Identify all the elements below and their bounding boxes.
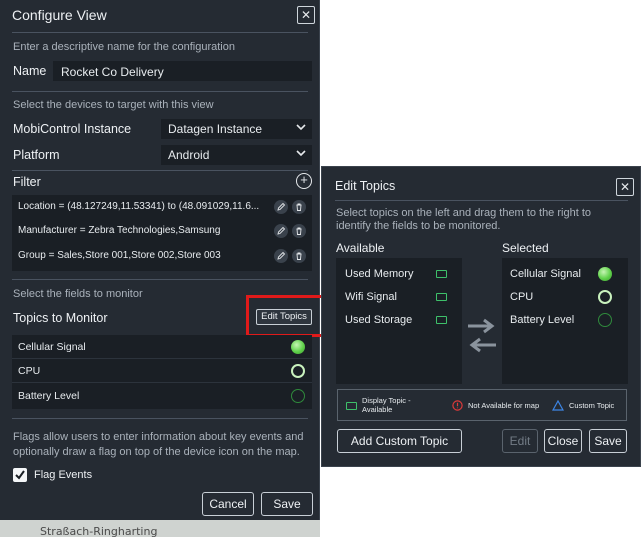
status-indicator-icon [291,389,305,403]
pencil-icon [277,202,286,211]
filter-text: Group = Sales,Store 001,Store 002,Store … [18,250,221,261]
platform-label: Platform [13,148,60,162]
topic-name: CPU [18,365,41,377]
name-hint: Enter a descriptive name for the configu… [13,41,235,53]
divider [335,200,628,201]
save-button[interactable]: Save [589,429,627,453]
legend-custom-topic: Custom Topic [569,401,615,410]
legend: Display Topic - Available Not Available … [337,389,627,421]
transfer-arrows-icon [468,318,496,353]
divider [12,32,308,33]
configure-view-panel: Configure View ✕ Enter a descriptive nam… [0,0,328,520]
filter-text: Location = (48.127249,11.53341) to (48.0… [18,201,260,212]
topic-row: CPU [12,359,312,383]
checkmark-icon [15,470,25,480]
trash-icon [296,252,302,260]
selected-item[interactable]: Cellular Signal [510,268,581,280]
add-filter-button[interactable]: + [296,173,312,189]
fields-hint: Select the fields to monitor [13,288,143,300]
cancel-button[interactable]: Cancel [202,492,254,516]
filter-text: Manufacturer = Zebra Technologies,Samsun… [18,225,221,236]
close-icon[interactable]: ✕ [616,178,634,196]
filter-row[interactable]: Manufacturer = Zebra Technologies,Samsun… [12,219,312,243]
divider [12,170,308,171]
topics-list: Cellular Signal CPU Battery Level [12,335,312,409]
selected-item[interactable]: CPU [510,291,533,303]
status-indicator-icon [291,364,305,378]
delete-filter-button[interactable] [292,200,306,214]
close-icon[interactable]: ✕ [297,6,315,24]
flags-hint: Flags allow users to enter information a… [13,431,304,458]
edit-topics-dialog: Edit Topics ✕ Select topics on the left … [321,166,641,467]
available-item[interactable]: Used Memory [345,268,413,280]
available-list[interactable]: Used Memory Wifi Signal Used Storage [336,258,462,384]
trash-icon [296,227,302,235]
filter-list: Location = (48.127249,11.53341) to (48.0… [12,195,312,271]
divider [12,91,308,92]
filter-label: Filter [13,175,41,189]
flag-events-checkbox[interactable] [13,468,27,482]
divider [12,418,308,419]
available-label: Available [336,241,385,255]
display-topic-icon [346,402,357,410]
highlight-box [246,295,328,337]
instance-select[interactable]: Datagen Instance [161,119,312,139]
divider [12,279,308,280]
status-indicator-icon [598,290,612,304]
display-topic-icon [436,270,447,278]
edit-filter-button[interactable] [274,200,288,214]
platform-select-value: Android [168,148,210,162]
status-indicator-icon [598,267,612,281]
topics-label: Topics to Monitor [13,311,108,325]
edit-button[interactable]: Edit [502,429,538,453]
topic-row: Battery Level [12,384,312,408]
devices-hint: Select the devices to target with this v… [13,99,214,111]
dialog-hint: Select topics on the left and drag them … [336,207,591,232]
name-field[interactable]: Rocket Co Delivery [53,61,312,81]
chevron-down-icon [296,124,306,131]
legend-display-topic: Display Topic - Available [362,396,411,414]
close-button[interactable]: Close [544,429,582,453]
legend-not-available: Not Available for map [468,401,540,410]
display-topic-icon [436,316,447,324]
delete-filter-button[interactable] [292,249,306,263]
panel-title: Configure View [12,7,107,23]
available-item[interactable]: Used Storage [345,314,412,326]
triangle-icon [552,400,564,411]
available-item[interactable]: Wifi Signal [345,291,397,303]
filter-row[interactable]: Location = (48.127249,11.53341) to (48.0… [12,195,312,219]
chevron-down-icon [296,150,306,157]
status-indicator-icon [598,313,612,327]
display-topic-icon [436,293,447,301]
trash-icon [296,203,302,211]
flag-events-label: Flag Events [34,469,93,481]
topic-name: Battery Level [18,390,80,402]
pencil-icon [277,226,286,235]
add-custom-topic-button[interactable]: Add Custom Topic [337,429,462,453]
platform-select[interactable]: Android [161,145,312,165]
save-button[interactable]: Save [261,492,313,516]
warning-icon [452,400,463,411]
topic-row: Cellular Signal [12,335,312,359]
edit-filter-button[interactable] [274,224,288,238]
selected-list[interactable]: Cellular Signal CPU Battery Level [502,258,628,384]
instance-label: MobiControl Instance [13,122,132,136]
status-indicator-icon [291,340,305,354]
name-label: Name [13,64,47,78]
selected-item[interactable]: Battery Level [510,314,574,326]
topic-name: Cellular Signal [18,341,86,353]
pencil-icon [277,251,286,260]
selected-label: Selected [502,241,549,255]
instance-select-value: Datagen Instance [168,122,263,136]
filter-row[interactable]: Group = Sales,Store 001,Store 002,Store … [12,244,312,268]
delete-filter-button[interactable] [292,224,306,238]
map-street-label: Straßach-Ringharting [40,525,158,537]
dialog-title: Edit Topics [335,179,396,193]
edit-filter-button[interactable] [274,249,288,263]
